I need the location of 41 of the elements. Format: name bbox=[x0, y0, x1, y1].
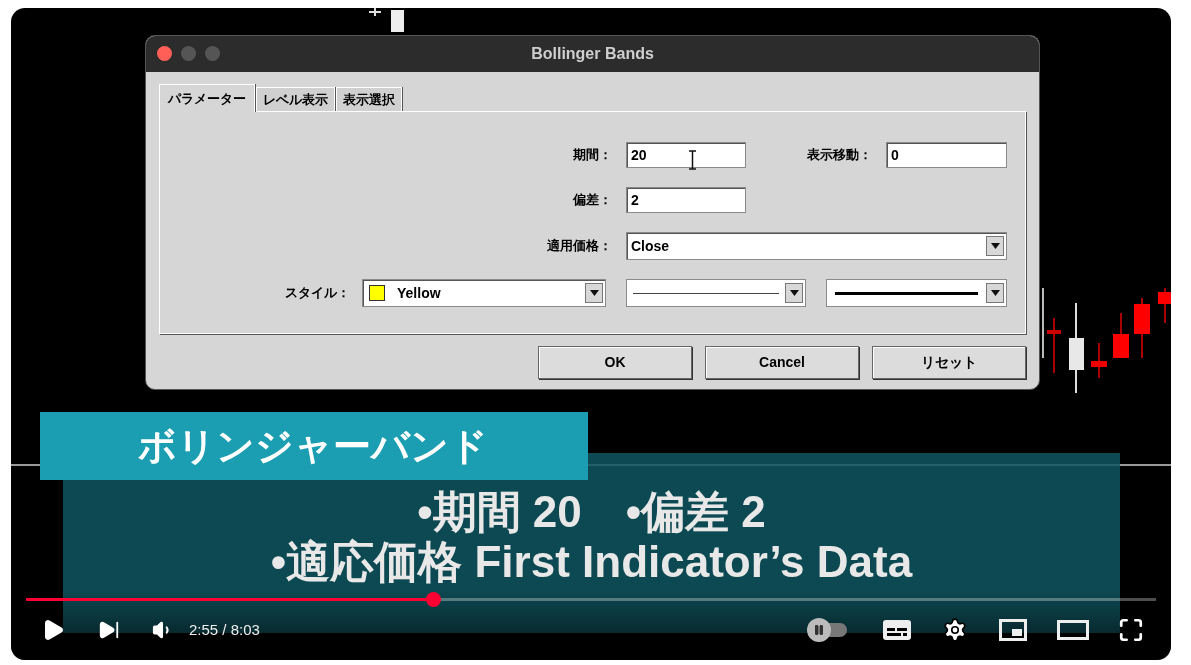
applied-price-select[interactable]: Close bbox=[626, 232, 1007, 260]
shift-input[interactable]: 0 bbox=[886, 142, 1007, 168]
tab[interactable]: パラメーター bbox=[159, 84, 255, 112]
caption-line: •適応価格 First Indicator’s Data bbox=[270, 537, 913, 587]
candle bbox=[1113, 312, 1129, 359]
line-width-select[interactable] bbox=[826, 279, 1007, 307]
candle bbox=[1134, 297, 1150, 359]
candle bbox=[1158, 288, 1171, 324]
thin-line-icon bbox=[633, 292, 779, 294]
candle bbox=[391, 10, 404, 32]
field-label: 適用価格： bbox=[547, 237, 612, 256]
pause-icon bbox=[813, 624, 825, 636]
settings-icon bbox=[942, 617, 968, 643]
window-title: Bollinger Bands bbox=[531, 44, 654, 64]
text-cursor-icon bbox=[688, 150, 697, 170]
field-label: 偏差： bbox=[573, 191, 612, 210]
line-style-select[interactable] bbox=[626, 279, 806, 307]
tab[interactable]: レベル表示 bbox=[256, 87, 335, 111]
progress-track[interactable] bbox=[26, 598, 1156, 601]
candle bbox=[1091, 342, 1107, 379]
dialog-button[interactable]: リセット bbox=[872, 346, 1026, 379]
caption-line: •期間 20 •偏差 2 bbox=[417, 487, 766, 537]
dialog-button[interactable]: OK bbox=[538, 346, 692, 379]
fullscreen-icon bbox=[1118, 617, 1144, 643]
thick-line-icon bbox=[835, 291, 978, 295]
next-icon bbox=[98, 619, 120, 641]
tab[interactable]: 表示選択 bbox=[336, 87, 402, 111]
autoplay-toggle[interactable] bbox=[807, 618, 849, 642]
caption-heading: ボリンジャーバンド bbox=[40, 412, 588, 480]
period-input[interactable]: 20 bbox=[626, 142, 746, 168]
candle bbox=[369, 8, 381, 17]
close-button[interactable] bbox=[157, 46, 172, 61]
dialog-button[interactable]: Cancel bbox=[705, 346, 859, 379]
color-select[interactable]: Yellow bbox=[362, 279, 606, 307]
field-label: 表示移動： bbox=[807, 146, 872, 165]
deviation-input[interactable]: 2 bbox=[626, 187, 746, 213]
chart-line bbox=[1042, 288, 1044, 359]
field-label: スタイル： bbox=[285, 284, 350, 303]
time-display: 2:55 / 8:03 bbox=[189, 619, 260, 640]
field-label: 期間： bbox=[573, 146, 612, 165]
candle bbox=[1047, 317, 1061, 374]
